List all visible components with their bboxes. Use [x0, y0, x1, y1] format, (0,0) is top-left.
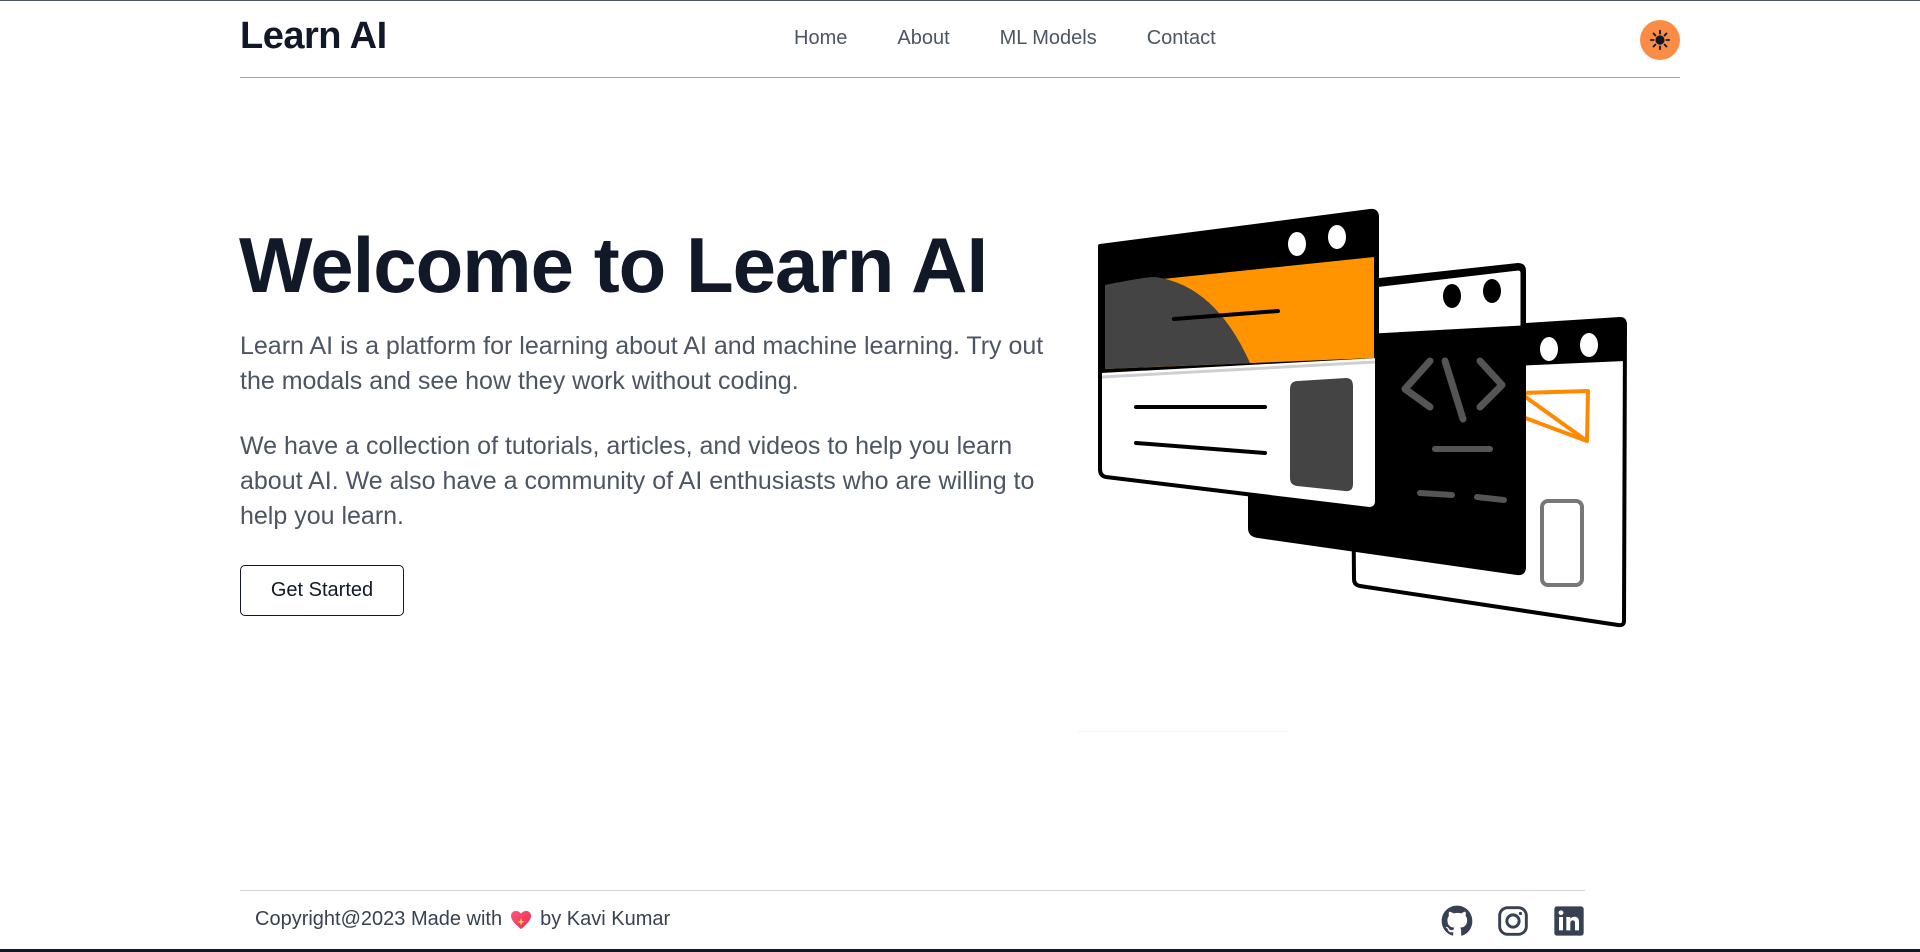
- get-started-button[interactable]: Get Started: [240, 565, 404, 616]
- copyright: Copyright@2023 Made with by Kavi Kumar: [255, 908, 670, 931]
- copyright-suffix: by Kavi Kumar: [540, 908, 671, 930]
- nav-about[interactable]: About: [897, 27, 949, 50]
- nav-contact[interactable]: Contact: [1147, 27, 1216, 50]
- sun-icon: [1649, 29, 1671, 51]
- brand-logo[interactable]: Learn AI: [240, 15, 387, 58]
- hero-paragraph-intro: Learn AI is a platform for learning abou…: [240, 332, 1044, 395]
- divider: [1078, 731, 1288, 732]
- browser-windows-illustration: [1090, 201, 1630, 641]
- social-links: [1441, 905, 1585, 937]
- github-icon[interactable]: [1441, 905, 1473, 937]
- hero-paragraph-community: We have a collection of tutorials, artic…: [240, 432, 1035, 530]
- heart-icon: [510, 910, 532, 930]
- nav-ml-models[interactable]: ML Models: [1000, 27, 1097, 50]
- main-nav: Home About ML Models Contact: [794, 27, 1266, 50]
- page: Learn AI Home About ML Models Contact We…: [0, 0, 1920, 952]
- copyright-prefix: Copyright@2023 Made with: [255, 908, 503, 930]
- linkedin-icon[interactable]: [1553, 905, 1585, 937]
- site-header: Learn AI Home About ML Models Contact: [240, 1, 1680, 78]
- nav-home[interactable]: Home: [794, 27, 847, 50]
- theme-toggle-button[interactable]: [1640, 20, 1680, 60]
- instagram-icon[interactable]: [1497, 905, 1529, 937]
- site-footer: Copyright@2023 Made with by Kavi Kumar: [240, 890, 1585, 951]
- hero-title: Welcome to Learn AI: [239, 221, 988, 309]
